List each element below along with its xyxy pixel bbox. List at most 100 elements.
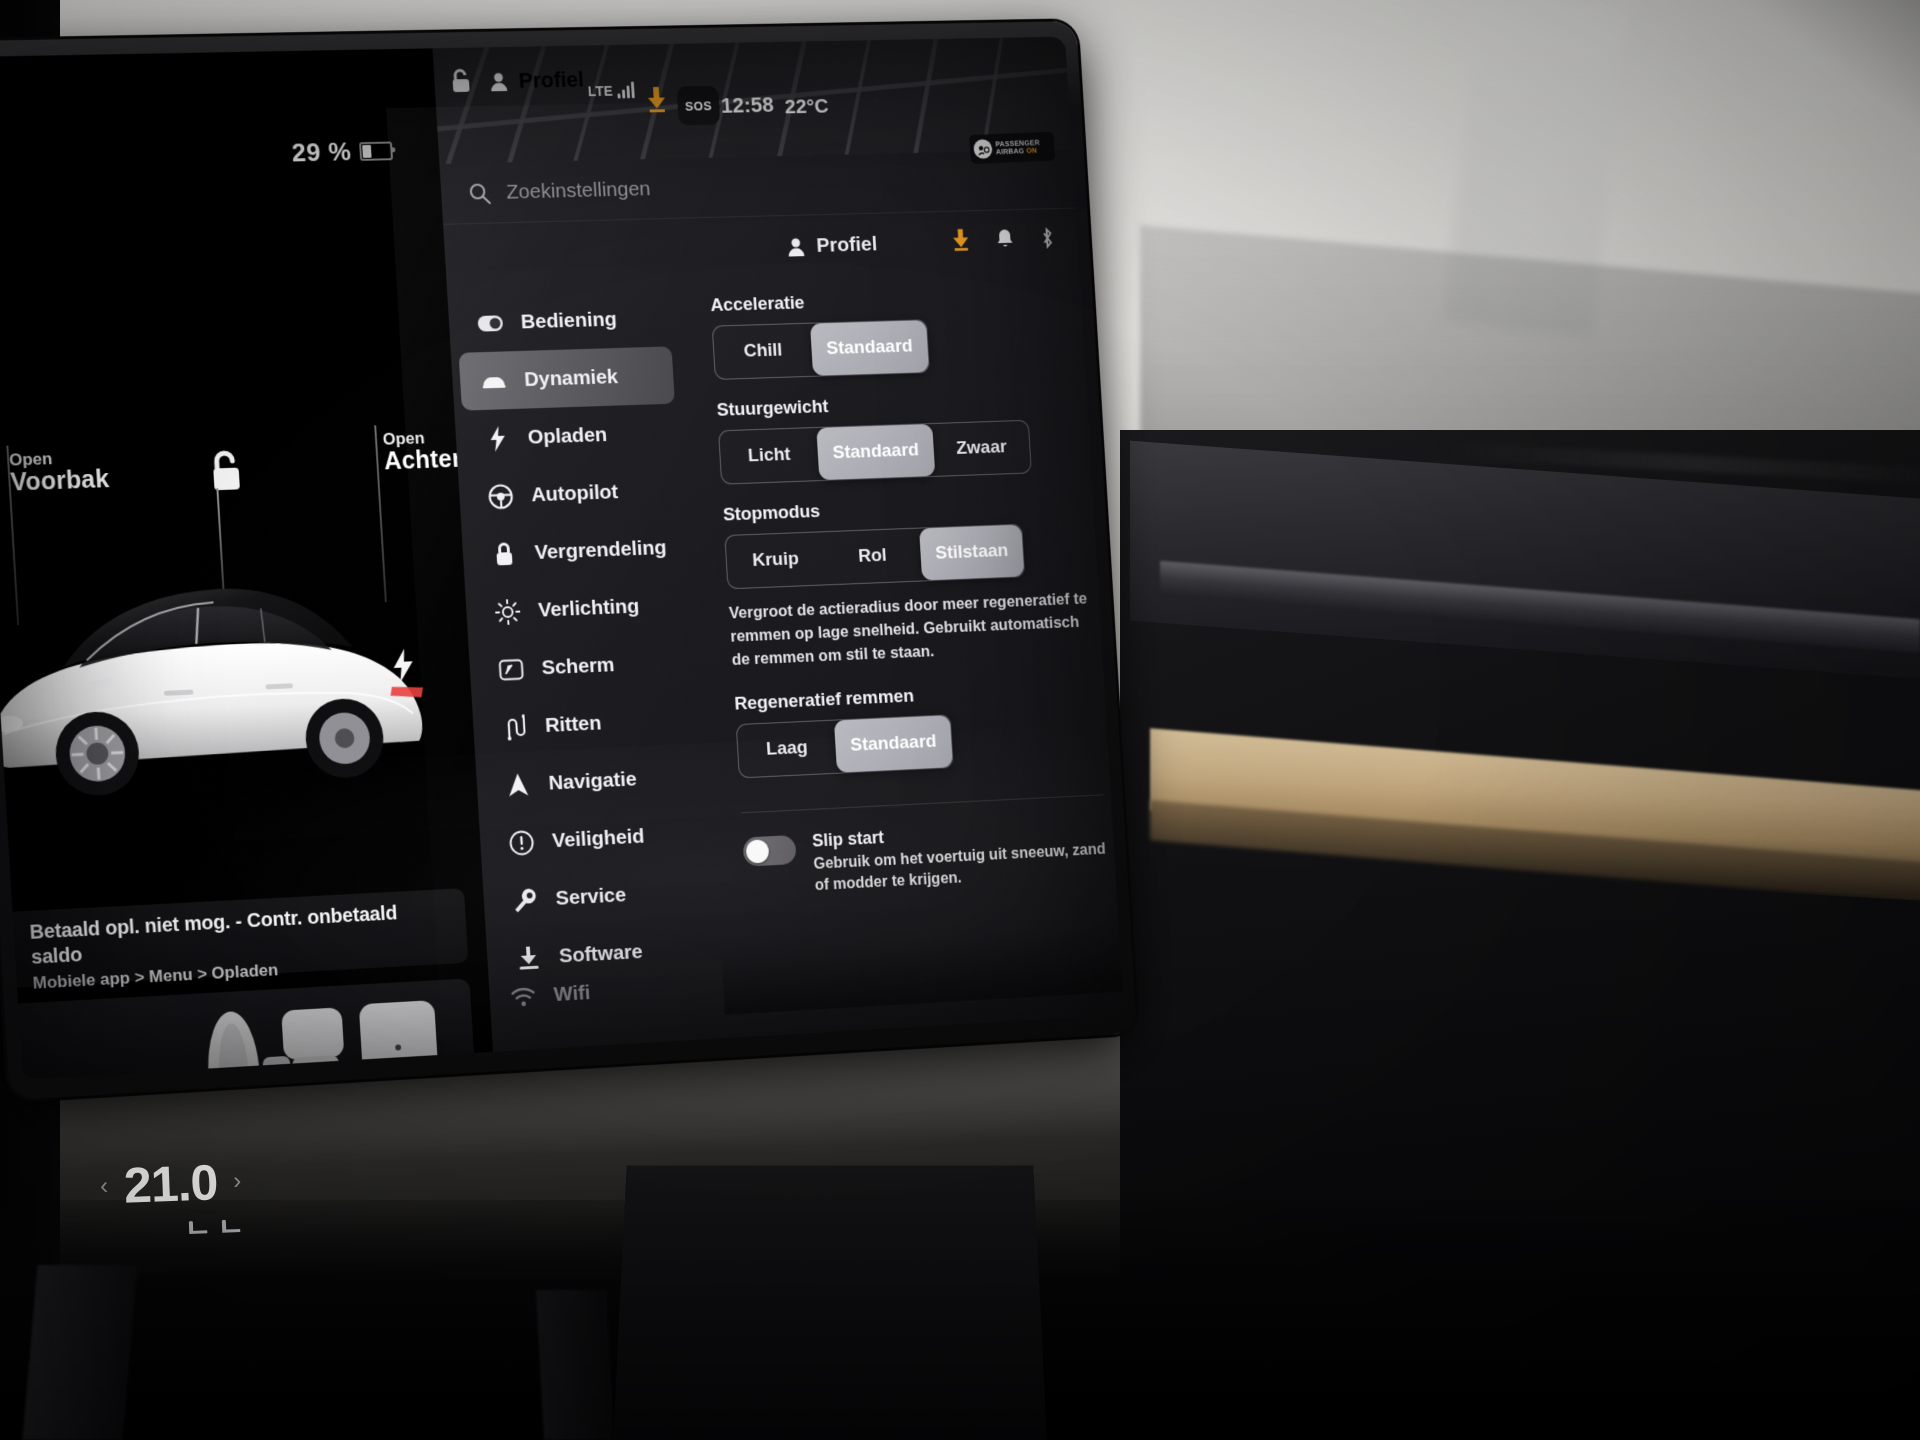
settings-divider xyxy=(741,794,1104,814)
lte-status-indicator: LTE xyxy=(587,81,635,100)
frunk-action-label: Open xyxy=(8,449,53,470)
sidebar-label-vergrendeling: Vergrendeling xyxy=(534,535,668,564)
steering-wheel-icon xyxy=(488,483,514,509)
steering-option-zwaar[interactable]: Zwaar xyxy=(932,421,1031,476)
search-input[interactable]: Zoekinstellingen xyxy=(506,177,651,204)
sidebar-item-scherm[interactable]: Scherm xyxy=(476,633,692,700)
clock: 12:58 xyxy=(720,92,775,118)
acceleration-segmented-control[interactable]: Chill Standaard xyxy=(711,319,930,380)
sidebar-item-opladen[interactable]: Opladen xyxy=(462,404,678,469)
temp-up-chevron[interactable]: › xyxy=(233,1167,242,1195)
screen-surface[interactable]: 29 % Open Voorbak Open Achterbak Betaald… xyxy=(0,36,1125,1080)
wrench-icon xyxy=(512,887,538,914)
settings-body: Bediening Dynamiek Opladen Autopilot Ver… xyxy=(447,270,1119,974)
settings-menu[interactable]: Bediening Dynamiek Opladen Autopilot Ver… xyxy=(447,281,722,974)
console-right xyxy=(536,1290,614,1440)
sidebar-label-bediening: Bediening xyxy=(520,307,618,333)
photo-scene: 29 % Open Voorbak Open Achterbak Betaald… xyxy=(0,0,1920,1440)
steering-option-licht[interactable]: Licht xyxy=(719,428,819,484)
stopping-mode-segmented-control[interactable]: Kruip Rol Stilstaan xyxy=(724,523,1026,590)
toggle-knob xyxy=(745,838,770,864)
center-touchscreen[interactable]: 29 % Open Voorbak Open Achterbak Betaald… xyxy=(0,21,1155,1169)
sidebar-label-veiligheid: Veiligheid xyxy=(551,824,645,852)
toggle-switch-icon xyxy=(477,314,504,332)
sidebar-label-ritten: Ritten xyxy=(544,711,602,737)
battery-percent: 29 % xyxy=(290,136,353,168)
regen-braking-segmented-control[interactable]: Laag Standaard xyxy=(735,714,954,779)
acceleration-heading: Acceleratie xyxy=(709,292,805,316)
console-left xyxy=(22,1265,138,1440)
sidebar-label-autopilot: Autopilot xyxy=(530,480,619,506)
panel-profile-button[interactable]: Profiel xyxy=(785,233,878,259)
volume-icon[interactable] xyxy=(948,1063,981,1080)
charging-notification[interactable]: Betaald opl. niet mog. - Contr. onbetaal… xyxy=(12,888,469,993)
sidebar-item-ritten[interactable]: Ritten xyxy=(479,690,695,757)
sidebar-item-verlichting[interactable]: Verlichting xyxy=(472,576,688,642)
stopping-mode-description: Vergroot de actieradius door meer regene… xyxy=(728,590,1088,669)
temperature-value: 21.0 xyxy=(122,1154,219,1214)
frunk-name-label: Voorbak xyxy=(9,465,110,497)
seat-heater-left-icon xyxy=(188,1221,208,1234)
bluetooth-icon[interactable] xyxy=(1040,227,1054,253)
lock-status-icon[interactable] xyxy=(447,67,474,100)
slip-start-toggle[interactable] xyxy=(742,834,797,867)
sidebar-label-scherm: Scherm xyxy=(541,653,616,679)
sidebar-label-opladen: Opladen xyxy=(527,422,608,449)
sos-button[interactable]: SOS xyxy=(676,85,721,126)
stop-option-stilstaan[interactable]: Stilstaan xyxy=(919,524,1025,581)
regen-option-laag[interactable]: Laag xyxy=(737,720,837,777)
steering-weight-segmented-control[interactable]: Licht Standaard Zwaar xyxy=(718,419,1032,485)
charge-port-bolt-icon xyxy=(390,648,417,687)
bell-icon[interactable] xyxy=(996,228,1014,254)
volume-control[interactable]: ‹ › xyxy=(917,1061,1011,1080)
sidebar-item-vergrendeling[interactable]: Vergrendeling xyxy=(469,518,685,584)
steering-option-standaard[interactable]: Standaard xyxy=(816,423,936,481)
bolt-icon xyxy=(484,425,510,452)
sidebar-label-service: Service xyxy=(554,883,627,910)
alert-circle-icon xyxy=(508,829,534,856)
lte-label: LTE xyxy=(587,83,614,100)
steering-weight-heading: Stuurgewicht xyxy=(716,396,829,421)
wifi-icon xyxy=(510,986,536,1007)
car-icon xyxy=(481,372,507,388)
open-frunk-control[interactable]: Open Voorbak xyxy=(9,448,110,497)
status-profile-button[interactable]: Profiel xyxy=(487,67,585,94)
volume-down-chevron[interactable]: ‹ xyxy=(917,1070,925,1079)
vehicle-column: 29 % Open Voorbak Open Achterbak Betaald… xyxy=(0,48,504,1080)
acceleration-option-standaard[interactable]: Standaard xyxy=(809,320,929,376)
stop-option-kruip[interactable]: Kruip xyxy=(725,532,825,588)
sidebar-item-navigatie[interactable]: Navigatie xyxy=(483,747,699,815)
sidebar-label-verlichting: Verlichting xyxy=(537,594,640,622)
seat-heater-controls[interactable] xyxy=(185,1214,245,1236)
dynamics-settings: Acceleratie Chill Standaard Stuurgewicht… xyxy=(681,270,1120,961)
screen-stand xyxy=(612,1165,1048,1440)
person-icon xyxy=(788,238,805,257)
stopping-mode-heading: Stopmodus xyxy=(722,501,821,526)
driver-temperature-control[interactable]: ‹ 21.0 › xyxy=(99,1152,242,1215)
sidebar-item-bediening[interactable]: Bediening xyxy=(455,289,671,353)
unlocked-padlock-icon[interactable] xyxy=(200,448,248,502)
settings-panel: Profiel LTE SOS 12:58 22°C PASSENGER AIR… xyxy=(432,36,1125,1052)
sidebar-label-dynamiek: Dynamiek xyxy=(523,365,619,391)
download-status-icon xyxy=(646,86,667,118)
sidebar-item-dynamiek[interactable]: Dynamiek xyxy=(458,346,675,411)
sun-icon xyxy=(495,598,521,624)
temp-down-chevron[interactable]: ‹ xyxy=(100,1172,109,1200)
slip-start-row: Slip start Gebruik om het voertuig uit s… xyxy=(742,816,1116,901)
regen-braking-heading: Regeneratief remmen xyxy=(733,685,915,715)
acceleration-option-chill[interactable]: Chill xyxy=(713,324,813,379)
display-icon xyxy=(498,658,524,681)
download-tray-icon xyxy=(515,944,541,971)
volume-up-chevron[interactable]: › xyxy=(1003,1065,1011,1079)
sidebar-label-software: Software xyxy=(558,939,644,967)
navigation-arrow-icon xyxy=(505,771,531,798)
download-icon[interactable] xyxy=(952,228,970,256)
sidebar-item-autopilot[interactable]: Autopilot xyxy=(466,461,682,526)
regen-option-standaard[interactable]: Standaard xyxy=(833,715,953,773)
seat-heater-right-icon xyxy=(221,1219,241,1233)
stop-option-rol[interactable]: Rol xyxy=(823,529,923,585)
panel-profile-label: Profiel xyxy=(815,232,878,257)
sidebar-label-navigatie: Navigatie xyxy=(547,767,638,795)
search-icon xyxy=(467,181,491,205)
sos-label: SOS xyxy=(684,98,713,114)
